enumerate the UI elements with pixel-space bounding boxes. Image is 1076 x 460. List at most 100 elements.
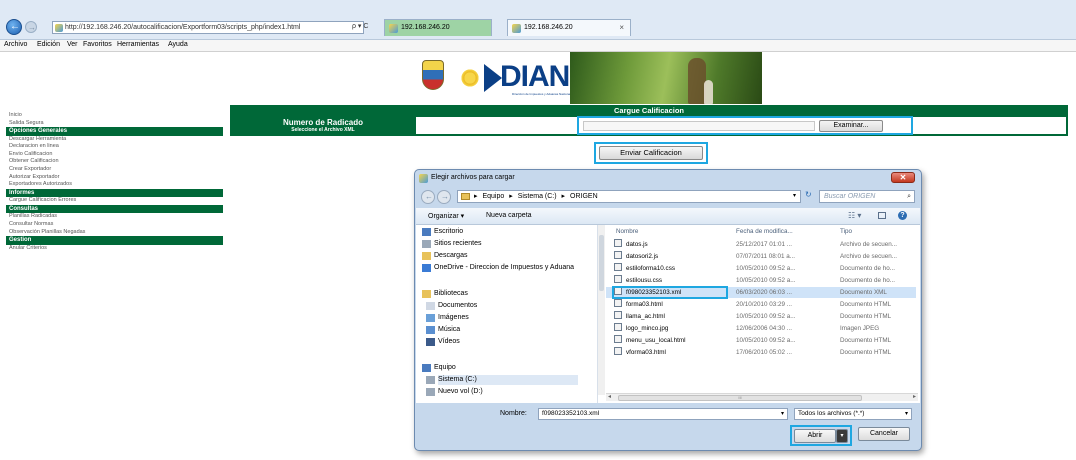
menu-favoritos[interactable]: Favoritos [83, 41, 112, 48]
path-origen[interactable]: ORIGEN [570, 193, 598, 200]
cancel-button-label: Cancelar [869, 430, 898, 437]
sidebar-link[interactable]: Cargue Calificacion Errores [6, 197, 223, 205]
file-type: Archivo de secuen... [840, 241, 898, 248]
tree-item[interactable]: OneDrive - Direccion de Impuestos y Adua… [422, 263, 574, 273]
sidebar-link[interactable]: Salida Segura [6, 120, 223, 128]
send-qualification-button[interactable]: Enviar Calificacion [599, 146, 703, 160]
file-row[interactable]: vforma03.html 17/06/2010 05:02 ... Documen… [606, 347, 916, 358]
dialog-path-bar[interactable]: ▸ Equipo ▸ Sistema (C:) ▸ ORIGEN ▾ [457, 190, 801, 203]
tab-favicon-icon [389, 24, 398, 33]
tree-item[interactable]: Descargas [422, 251, 467, 261]
sidebar-link[interactable]: Exportadores Autorizados [6, 181, 223, 189]
tree-item[interactable]: Nuevo vol (D:) [426, 387, 483, 397]
forward-button[interactable]: → [25, 21, 37, 33]
sidebar-link[interactable]: Obtener Calificacion [6, 158, 223, 166]
column-type-header[interactable]: Tipo [840, 228, 852, 235]
file-type: Documento de ho... [840, 277, 895, 284]
view-options-icon[interactable]: ☷ ▾ [848, 211, 861, 220]
sidebar-link[interactable]: Declaracion en linea [6, 143, 223, 151]
search-placeholder: Buscar ORIGEN [824, 193, 876, 200]
address-bar[interactable]: http://192.168.246.20/autocalificacion/E… [52, 21, 364, 34]
menu-archivo[interactable]: Archivo [4, 41, 27, 48]
file-type: Documento de ho... [840, 265, 895, 272]
file-type-dropdown-icon[interactable]: ▾ [905, 409, 908, 419]
horizontal-scrollbar[interactable]: ◂ III ▸ [606, 393, 918, 401]
tab-label: 192.168.246.20 [524, 24, 573, 31]
path-sistema[interactable]: Sistema (C:) [518, 193, 557, 200]
preview-pane-icon[interactable] [878, 212, 886, 219]
sidebar-link[interactable]: Consultar Normas [6, 221, 223, 229]
file-row[interactable]: forma03.html 20/10/2010 03:29 ... Document… [606, 299, 916, 310]
sidebar-link[interactable]: Crear Exportador [6, 166, 223, 174]
filename-dropdown-icon[interactable]: ▾ [781, 409, 784, 419]
tab-2[interactable]: 192.168.246.20 × [507, 19, 631, 36]
tree-item[interactable]: Imágenes [426, 313, 469, 323]
scroll-right-icon[interactable]: ▸ [913, 393, 916, 400]
menu-bar: Archivo Edición Ver Favoritos Herramient… [0, 40, 1076, 52]
column-date-header[interactable]: Fecha de modifica... [736, 228, 793, 235]
dialog-search-input[interactable]: Buscar ORIGEN ⌕ [819, 190, 915, 203]
tree-item[interactable]: Sitios recientes [422, 239, 481, 249]
file-row-selected[interactable]: f098023352103.xml 06/03/2020 06:03 ... Doc… [606, 286, 916, 299]
tree-item[interactable]: Sistema (C:) [426, 375, 578, 385]
dialog-back-button[interactable]: ← [421, 190, 435, 204]
path-dropdown-icon[interactable]: ▾ [793, 191, 796, 202]
menu-ver[interactable]: Ver [67, 41, 78, 48]
path-equipo[interactable]: Equipo [482, 193, 504, 200]
file-row[interactable]: datosori2.js 07/07/2011 08:01 a... Archivo… [606, 251, 916, 262]
file-row[interactable]: datos.js 25/12/2017 01:01 ... Archivo de s… [606, 239, 916, 250]
sidebar-link[interactable]: Autorizar Exportador [6, 174, 223, 182]
file-icon [614, 347, 622, 355]
tree-scroll-thumb[interactable] [599, 235, 604, 291]
sidebar-menu: Inicio Salida Segura Opciones Generales Des… [6, 112, 223, 252]
cancel-button[interactable]: Cancelar [858, 427, 910, 441]
organize-button[interactable]: Organizar ▾ [428, 212, 464, 220]
tree-item[interactable]: Bibliotecas [422, 289, 468, 299]
dialog-close-button[interactable]: ✕ [891, 172, 915, 183]
filename-input[interactable]: f098023352103.xml ▾ [538, 408, 788, 420]
file-date: 20/10/2010 03:29 ... [736, 301, 793, 308]
sidebar-link[interactable]: Anular Criterios [6, 245, 223, 253]
browse-button[interactable]: Examinar... [819, 120, 883, 132]
file-date: 10/05/2010 09:52 a... [736, 313, 796, 320]
search-refresh-icon[interactable]: ρ ▾ C [352, 22, 368, 30]
open-button[interactable]: Abrir [794, 429, 836, 443]
tree-scrollbar[interactable] [598, 225, 605, 395]
recent-icon [422, 240, 431, 248]
tab-close-icon[interactable]: × [619, 20, 624, 36]
help-icon[interactable]: ? [898, 211, 907, 220]
file-row[interactable]: logo_minco.jpg 12/06/2006 04:30 ... Imagen… [606, 323, 916, 334]
column-name-header[interactable]: Nombre [616, 228, 638, 235]
refresh-icon[interactable]: ↻ [805, 190, 812, 199]
tab-1[interactable]: 192.168.246.20 [384, 19, 492, 36]
file-icon [614, 263, 622, 271]
sidebar-link[interactable]: Observación Planillas Negadas [6, 229, 223, 237]
new-folder-button[interactable]: Nueva carpeta [486, 212, 532, 219]
tree-item[interactable]: Vídeos [426, 337, 460, 347]
menu-herramientas[interactable]: Herramientas [117, 41, 159, 48]
back-button[interactable]: ← [6, 19, 22, 35]
sidebar-link[interactable]: Envio Calificacion [6, 151, 223, 159]
file-path-input[interactable] [583, 121, 815, 131]
file-date: 12/06/2006 04:30 ... [736, 325, 793, 332]
file-row[interactable]: menu_usu_local.html 10/05/2010 09:52 a...… [606, 335, 916, 346]
scroll-thumb[interactable]: III [618, 395, 862, 401]
sidebar-link[interactable]: Planillas Radicadas [6, 213, 223, 221]
tree-item[interactable]: Equipo [422, 363, 456, 373]
sidebar-link[interactable]: Inicio [6, 112, 223, 120]
tree-item[interactable]: Documentos [426, 301, 477, 311]
dialog-forward-button[interactable]: → [437, 190, 451, 204]
scroll-left-icon[interactable]: ◂ [608, 393, 611, 400]
open-split-arrow[interactable]: ▾ [836, 429, 848, 443]
tree-item[interactable]: Música [426, 325, 460, 335]
file-type-select[interactable]: Todos los archivos (*.*) ▾ [794, 408, 912, 420]
menu-ayuda[interactable]: Ayuda [168, 41, 188, 48]
computer-icon [422, 364, 431, 372]
tree-item[interactable]: Escritorio [422, 227, 463, 237]
sidebar-link[interactable]: Descargar Herramienta [6, 136, 223, 144]
menu-edicion[interactable]: Edición [37, 41, 60, 48]
file-row[interactable]: llama_ac.html 10/05/2010 09:52 a... Docume… [606, 311, 916, 322]
coat-of-arms-icon [422, 60, 444, 90]
file-row[interactable]: estiloforma10.css 10/05/2010 09:52 a... Do… [606, 263, 916, 274]
file-row[interactable]: estilousu.css 10/05/2010 09:52 a... Docume… [606, 275, 916, 286]
